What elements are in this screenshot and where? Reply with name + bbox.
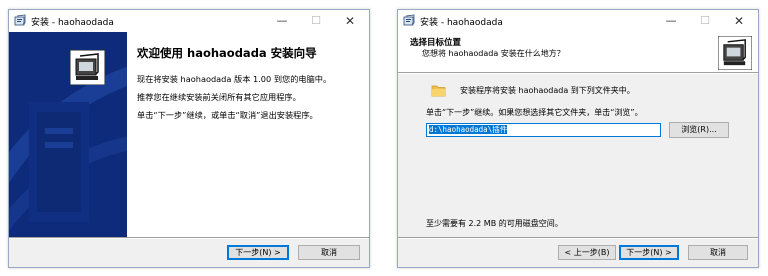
- footer-divider: [398, 237, 758, 239]
- folder-description: 安装程序将安装 haohaodada 到下列文件夹中。: [460, 86, 635, 95]
- wizard-banner-image: [9, 32, 127, 237]
- banner-background-graphic: [9, 32, 127, 237]
- welcome-line-version: 现在将安装 haohaodada 版本 1.00 到您的电脑中。: [137, 74, 332, 84]
- cancel-button[interactable]: 取消: [688, 245, 748, 260]
- close-button[interactable]: ✕: [333, 10, 367, 32]
- close-button[interactable]: ✕: [722, 10, 756, 32]
- minimize-button[interactable]: —: [654, 10, 688, 32]
- next-button[interactable]: 下一步(N) >: [227, 245, 289, 260]
- welcome-dialog: 安装 - haohaodada — ☐ ✕ 欢迎使用 haohaodada 安装…: [8, 9, 370, 268]
- destination-path-input[interactable]: d:\haohaodada\插件: [426, 123, 661, 137]
- title-bar[interactable]: 安装 - haohaodada — ☐ ✕: [398, 10, 758, 32]
- installer-computer-icon: [718, 36, 752, 70]
- footer-divider: [9, 237, 369, 239]
- window-title: 安装 - haohaodada: [31, 18, 114, 28]
- header-divider: [398, 72, 758, 74]
- maximize-button[interactable]: ☐: [299, 10, 333, 32]
- next-button[interactable]: 下一步(N) >: [619, 245, 679, 260]
- welcome-heading: 欢迎使用 haohaodada 安装向导: [137, 46, 317, 60]
- maximize-button[interactable]: ☐: [688, 10, 722, 32]
- disk-space-requirement: 至少需要有 2.2 MB 的可用磁盘空间。: [426, 219, 563, 228]
- welcome-line-instruction: 单击“下一步”继续，或单击“取消”退出安装程序。: [137, 110, 318, 120]
- folder-icon: [431, 85, 446, 97]
- cancel-button[interactable]: 取消: [298, 245, 360, 260]
- installer-app-icon: [403, 14, 415, 26]
- browse-instruction: 单击“下一步”继续。如果您想选择其它文件夹，单击“浏览”。: [426, 108, 643, 117]
- installer-app-icon: [14, 14, 26, 26]
- title-bar[interactable]: 安装 - haohaodada — ☐ ✕: [9, 10, 369, 32]
- page-subtitle: 您想将 haohaodada 安装在什么地方？: [422, 49, 565, 58]
- minimize-button[interactable]: —: [265, 10, 299, 32]
- window-title: 安装 - haohaodada: [420, 18, 503, 28]
- destination-path-value: d:\haohaodada\插件: [429, 125, 508, 134]
- page-title: 选择目标位置: [410, 38, 462, 48]
- welcome-line-close-apps: 推荐您在继续安装前关闭所有其它应用程序。: [137, 92, 301, 102]
- welcome-content: 欢迎使用 haohaodada 安装向导 现在将安装 haohaodada 版本…: [127, 32, 369, 237]
- browse-button[interactable]: 浏览(R)...: [669, 122, 729, 138]
- select-destination-dialog: 安装 - haohaodada — ☐ ✕ 选择目标位置 您想将 haohaod…: [397, 9, 759, 268]
- installer-computer-icon: [70, 50, 105, 85]
- wizard-header: 选择目标位置 您想将 haohaodada 安装在什么地方？: [398, 32, 758, 72]
- back-button[interactable]: < 上一步(B): [558, 245, 616, 260]
